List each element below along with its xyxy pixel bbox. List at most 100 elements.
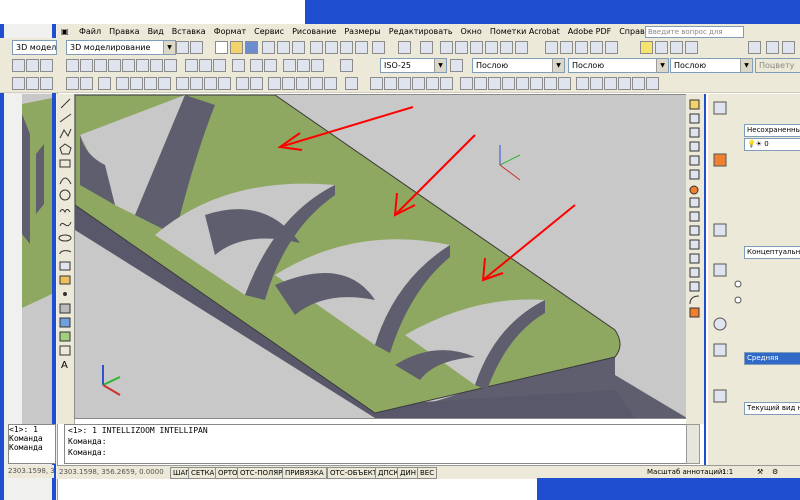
pan-icon[interactable] (440, 41, 453, 54)
help-icon[interactable] (605, 41, 618, 54)
zoom-window-icon[interactable] (470, 41, 483, 54)
linear-dim-icon[interactable] (66, 59, 79, 72)
sphere-icon[interactable] (384, 77, 397, 90)
arc-length-icon[interactable] (40, 59, 53, 72)
torus-icon[interactable] (440, 77, 453, 90)
menu-item[interactable]: Размеры (340, 27, 384, 36)
dim-text-edit-icon[interactable] (297, 59, 310, 72)
paste-icon[interactable] (340, 41, 353, 54)
command-scrollbar[interactable] (686, 424, 700, 464)
3d-align-icon[interactable] (632, 77, 645, 90)
layer-current-icon[interactable] (782, 41, 795, 54)
3d-rotate-icon[interactable] (618, 77, 631, 90)
cut-icon[interactable] (310, 41, 323, 54)
layer-freeze-icon[interactable] (655, 41, 668, 54)
layer-on-icon[interactable] (640, 41, 653, 54)
3d-array-icon[interactable] (646, 77, 659, 90)
zoom-previous-icon[interactable] (485, 41, 498, 54)
menu-item[interactable]: Окно (457, 27, 486, 36)
layer-lock-icon[interactable] (670, 41, 683, 54)
lineweight-select[interactable]: Послою ▼ (670, 58, 753, 73)
quick-dim-icon[interactable] (185, 59, 198, 72)
arc-icon[interactable] (144, 77, 157, 90)
properties-icon[interactable] (500, 41, 513, 54)
menu-item[interactable]: Сервис (250, 27, 288, 36)
dim-update-icon[interactable] (311, 59, 324, 72)
ordinate-dim-icon[interactable] (108, 59, 121, 72)
workspace-settings-icon[interactable] (176, 41, 189, 54)
osnap-toggle[interactable]: ПРИВЯЗКА (282, 467, 327, 479)
box-icon[interactable] (370, 77, 383, 90)
zoom-realtime-icon[interactable] (455, 41, 468, 54)
revcloud-icon[interactable] (176, 77, 189, 90)
menu-item[interactable]: Правка (105, 27, 143, 36)
grid-toggle[interactable]: СЕТКА (188, 467, 218, 479)
layer-color-icon[interactable] (685, 41, 698, 54)
sheet-set-icon[interactable] (560, 41, 573, 54)
wedge-icon[interactable] (426, 77, 439, 90)
lwt-toggle[interactable]: ВЕС (417, 467, 438, 479)
dimstyle-select[interactable]: ISO-25 ▼ (380, 58, 447, 73)
center-mark-icon[interactable] (264, 59, 277, 72)
xline-icon[interactable] (26, 77, 39, 90)
otrack-toggle[interactable]: ОТС-ОБЪЕКТ (327, 467, 381, 479)
ellipse-arc-icon[interactable] (218, 77, 231, 90)
polygon-icon[interactable] (116, 77, 129, 90)
intersect-icon[interactable] (558, 77, 571, 90)
copy-icon[interactable] (325, 41, 338, 54)
xline-icon[interactable] (80, 77, 93, 90)
dim-style-icon[interactable] (340, 59, 353, 72)
extrude-icon[interactable] (460, 77, 473, 90)
plot-preview-icon[interactable] (277, 41, 290, 54)
model-viewport[interactable] (74, 94, 688, 419)
tolerance-icon[interactable] (250, 59, 263, 72)
annotation-visibility-icon[interactable]: ⚒ (757, 467, 763, 477)
dim-edit-icon[interactable] (283, 59, 296, 72)
workspace-select-left[interactable]: 3D модели (12, 40, 57, 55)
save-icon[interactable] (245, 41, 258, 54)
layer-color-select[interactable]: Послою ▼ (472, 58, 565, 73)
line-icon[interactable] (66, 77, 79, 90)
polyline-icon[interactable] (98, 77, 111, 90)
menu-item[interactable]: Файл (75, 27, 105, 36)
workspace-select[interactable]: 3D моделирование ▼ (66, 40, 176, 55)
undo-icon[interactable] (398, 41, 411, 54)
command-prompt[interactable]: Команда: (65, 447, 687, 458)
circle-icon[interactable] (158, 77, 171, 90)
tool-palettes-icon[interactable] (545, 41, 558, 54)
auto-scale-icon[interactable]: ⚙ (772, 467, 778, 477)
dim-style-manager-icon[interactable] (450, 59, 463, 72)
menu-item[interactable]: Формат (210, 27, 250, 36)
cone-icon[interactable] (412, 77, 425, 90)
layer-properties-icon[interactable] (748, 41, 761, 54)
linear-dim-icon[interactable] (12, 59, 25, 72)
rectangle-icon[interactable] (130, 77, 143, 90)
spline-icon[interactable] (190, 77, 203, 90)
cylinder-icon[interactable] (398, 77, 411, 90)
linetype-select[interactable]: Послою ▼ (568, 58, 669, 73)
markup-icon[interactable] (575, 41, 588, 54)
polyline-icon[interactable] (40, 77, 53, 90)
angular-dim-icon[interactable] (164, 59, 177, 72)
table-icon[interactable] (324, 77, 337, 90)
new-file-icon[interactable] (215, 41, 228, 54)
line-icon[interactable] (12, 77, 25, 90)
help-search-input[interactable]: Введите вопрос для справки (645, 26, 744, 46)
insert-block-icon[interactable] (236, 77, 249, 90)
design-center-icon[interactable] (515, 41, 528, 54)
menu-item[interactable]: Adobe PDF (564, 27, 615, 36)
layer-previous-icon[interactable] (766, 41, 779, 54)
subtract-icon[interactable] (544, 77, 557, 90)
baseline-dim-icon[interactable] (199, 59, 212, 72)
print-icon[interactable] (262, 41, 275, 54)
open-file-icon[interactable] (230, 41, 243, 54)
menu-item[interactable]: Вставка (168, 27, 210, 36)
ellipse-icon[interactable] (204, 77, 217, 90)
aligned-dim-icon[interactable] (80, 59, 93, 72)
sweep-icon[interactable] (488, 77, 501, 90)
menu-item[interactable]: Рисование (288, 27, 340, 36)
publish-icon[interactable] (292, 41, 305, 54)
union-icon[interactable] (530, 77, 543, 90)
quick-leader-icon[interactable] (232, 59, 245, 72)
gradient-icon[interactable] (296, 77, 309, 90)
